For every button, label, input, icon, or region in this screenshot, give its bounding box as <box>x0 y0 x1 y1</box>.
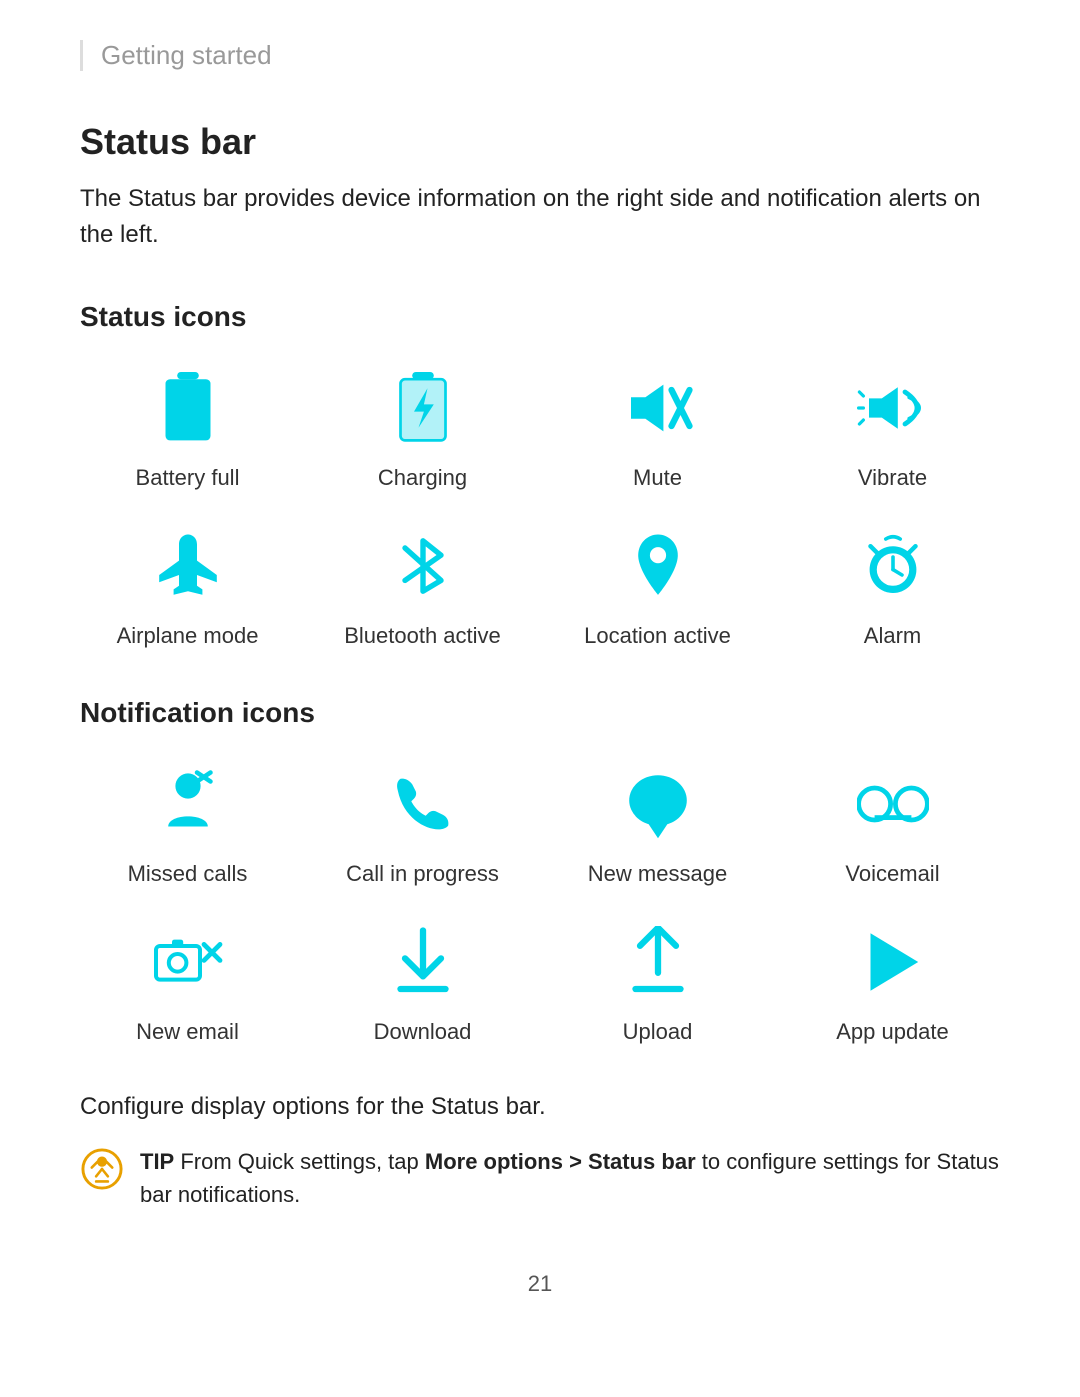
new-email-icon <box>143 917 233 1007</box>
list-item: Bluetooth active <box>315 521 530 649</box>
mute-icon <box>613 363 703 453</box>
list-item: Charging <box>315 363 530 491</box>
battery-full-icon <box>143 363 233 453</box>
location-icon <box>613 521 703 611</box>
bluetooth-label: Bluetooth active <box>344 623 501 649</box>
tip-block: TIP From Quick settings, tap More option… <box>80 1145 1000 1211</box>
call-in-progress-label: Call in progress <box>346 861 499 887</box>
app-update-icon <box>848 917 938 1007</box>
missed-calls-label: Missed calls <box>128 861 248 887</box>
upload-label: Upload <box>623 1019 693 1045</box>
tip-icon <box>80 1147 124 1200</box>
mute-label: Mute <box>633 465 682 491</box>
app-update-label: App update <box>836 1019 949 1045</box>
new-email-label: New email <box>136 1019 239 1045</box>
list-item: Download <box>315 917 530 1045</box>
tip-text-before: From Quick settings, tap <box>174 1149 425 1174</box>
list-item: Vibrate <box>785 363 1000 491</box>
missed-calls-icon <box>143 759 233 849</box>
download-icon <box>378 917 468 1007</box>
bluetooth-icon <box>378 521 468 611</box>
vibrate-label: Vibrate <box>858 465 927 491</box>
new-message-label: New message <box>588 861 727 887</box>
voicemail-label: Voicemail <box>845 861 939 887</box>
tip-label: TIP <box>140 1149 174 1174</box>
list-item: Alarm <box>785 521 1000 649</box>
location-label: Location active <box>584 623 731 649</box>
list-item: Upload <box>550 917 765 1045</box>
tip-text: TIP From Quick settings, tap More option… <box>140 1145 1000 1211</box>
status-icons-grid: Battery full Charging Mute <box>80 363 1000 649</box>
page-number: 21 <box>80 1271 1000 1297</box>
list-item: New message <box>550 759 765 887</box>
vibrate-icon <box>848 363 938 453</box>
list-item: New email <box>80 917 295 1045</box>
page-title: Status bar <box>80 121 1000 163</box>
list-item: Mute <box>550 363 765 491</box>
list-item: Location active <box>550 521 765 649</box>
charging-icon <box>378 363 468 453</box>
list-item: Call in progress <box>315 759 530 887</box>
list-item: App update <box>785 917 1000 1045</box>
upload-icon <box>613 917 703 1007</box>
status-icons-heading: Status icons <box>80 301 1000 333</box>
notification-icons-heading: Notification icons <box>80 697 1000 729</box>
call-in-progress-icon <box>378 759 468 849</box>
charging-label: Charging <box>378 465 467 491</box>
alarm-icon <box>848 521 938 611</box>
configure-description: Configure display options for the Status… <box>80 1093 1000 1121</box>
breadcrumb: Getting started <box>80 40 1000 71</box>
list-item: Battery full <box>80 363 295 491</box>
download-label: Download <box>374 1019 472 1045</box>
tip-bold: More options > Status bar <box>425 1149 696 1174</box>
airplane-label: Airplane mode <box>117 623 259 649</box>
list-item: Airplane mode <box>80 521 295 649</box>
airplane-icon <box>143 521 233 611</box>
notification-icons-grid: Missed calls Call in progress New messag… <box>80 759 1000 1045</box>
section-description: The Status bar provides device informati… <box>80 181 1000 253</box>
voicemail-icon <box>848 759 938 849</box>
list-item: Missed calls <box>80 759 295 887</box>
new-message-icon <box>613 759 703 849</box>
list-item: Voicemail <box>785 759 1000 887</box>
battery-full-label: Battery full <box>136 465 240 491</box>
alarm-label: Alarm <box>864 623 921 649</box>
